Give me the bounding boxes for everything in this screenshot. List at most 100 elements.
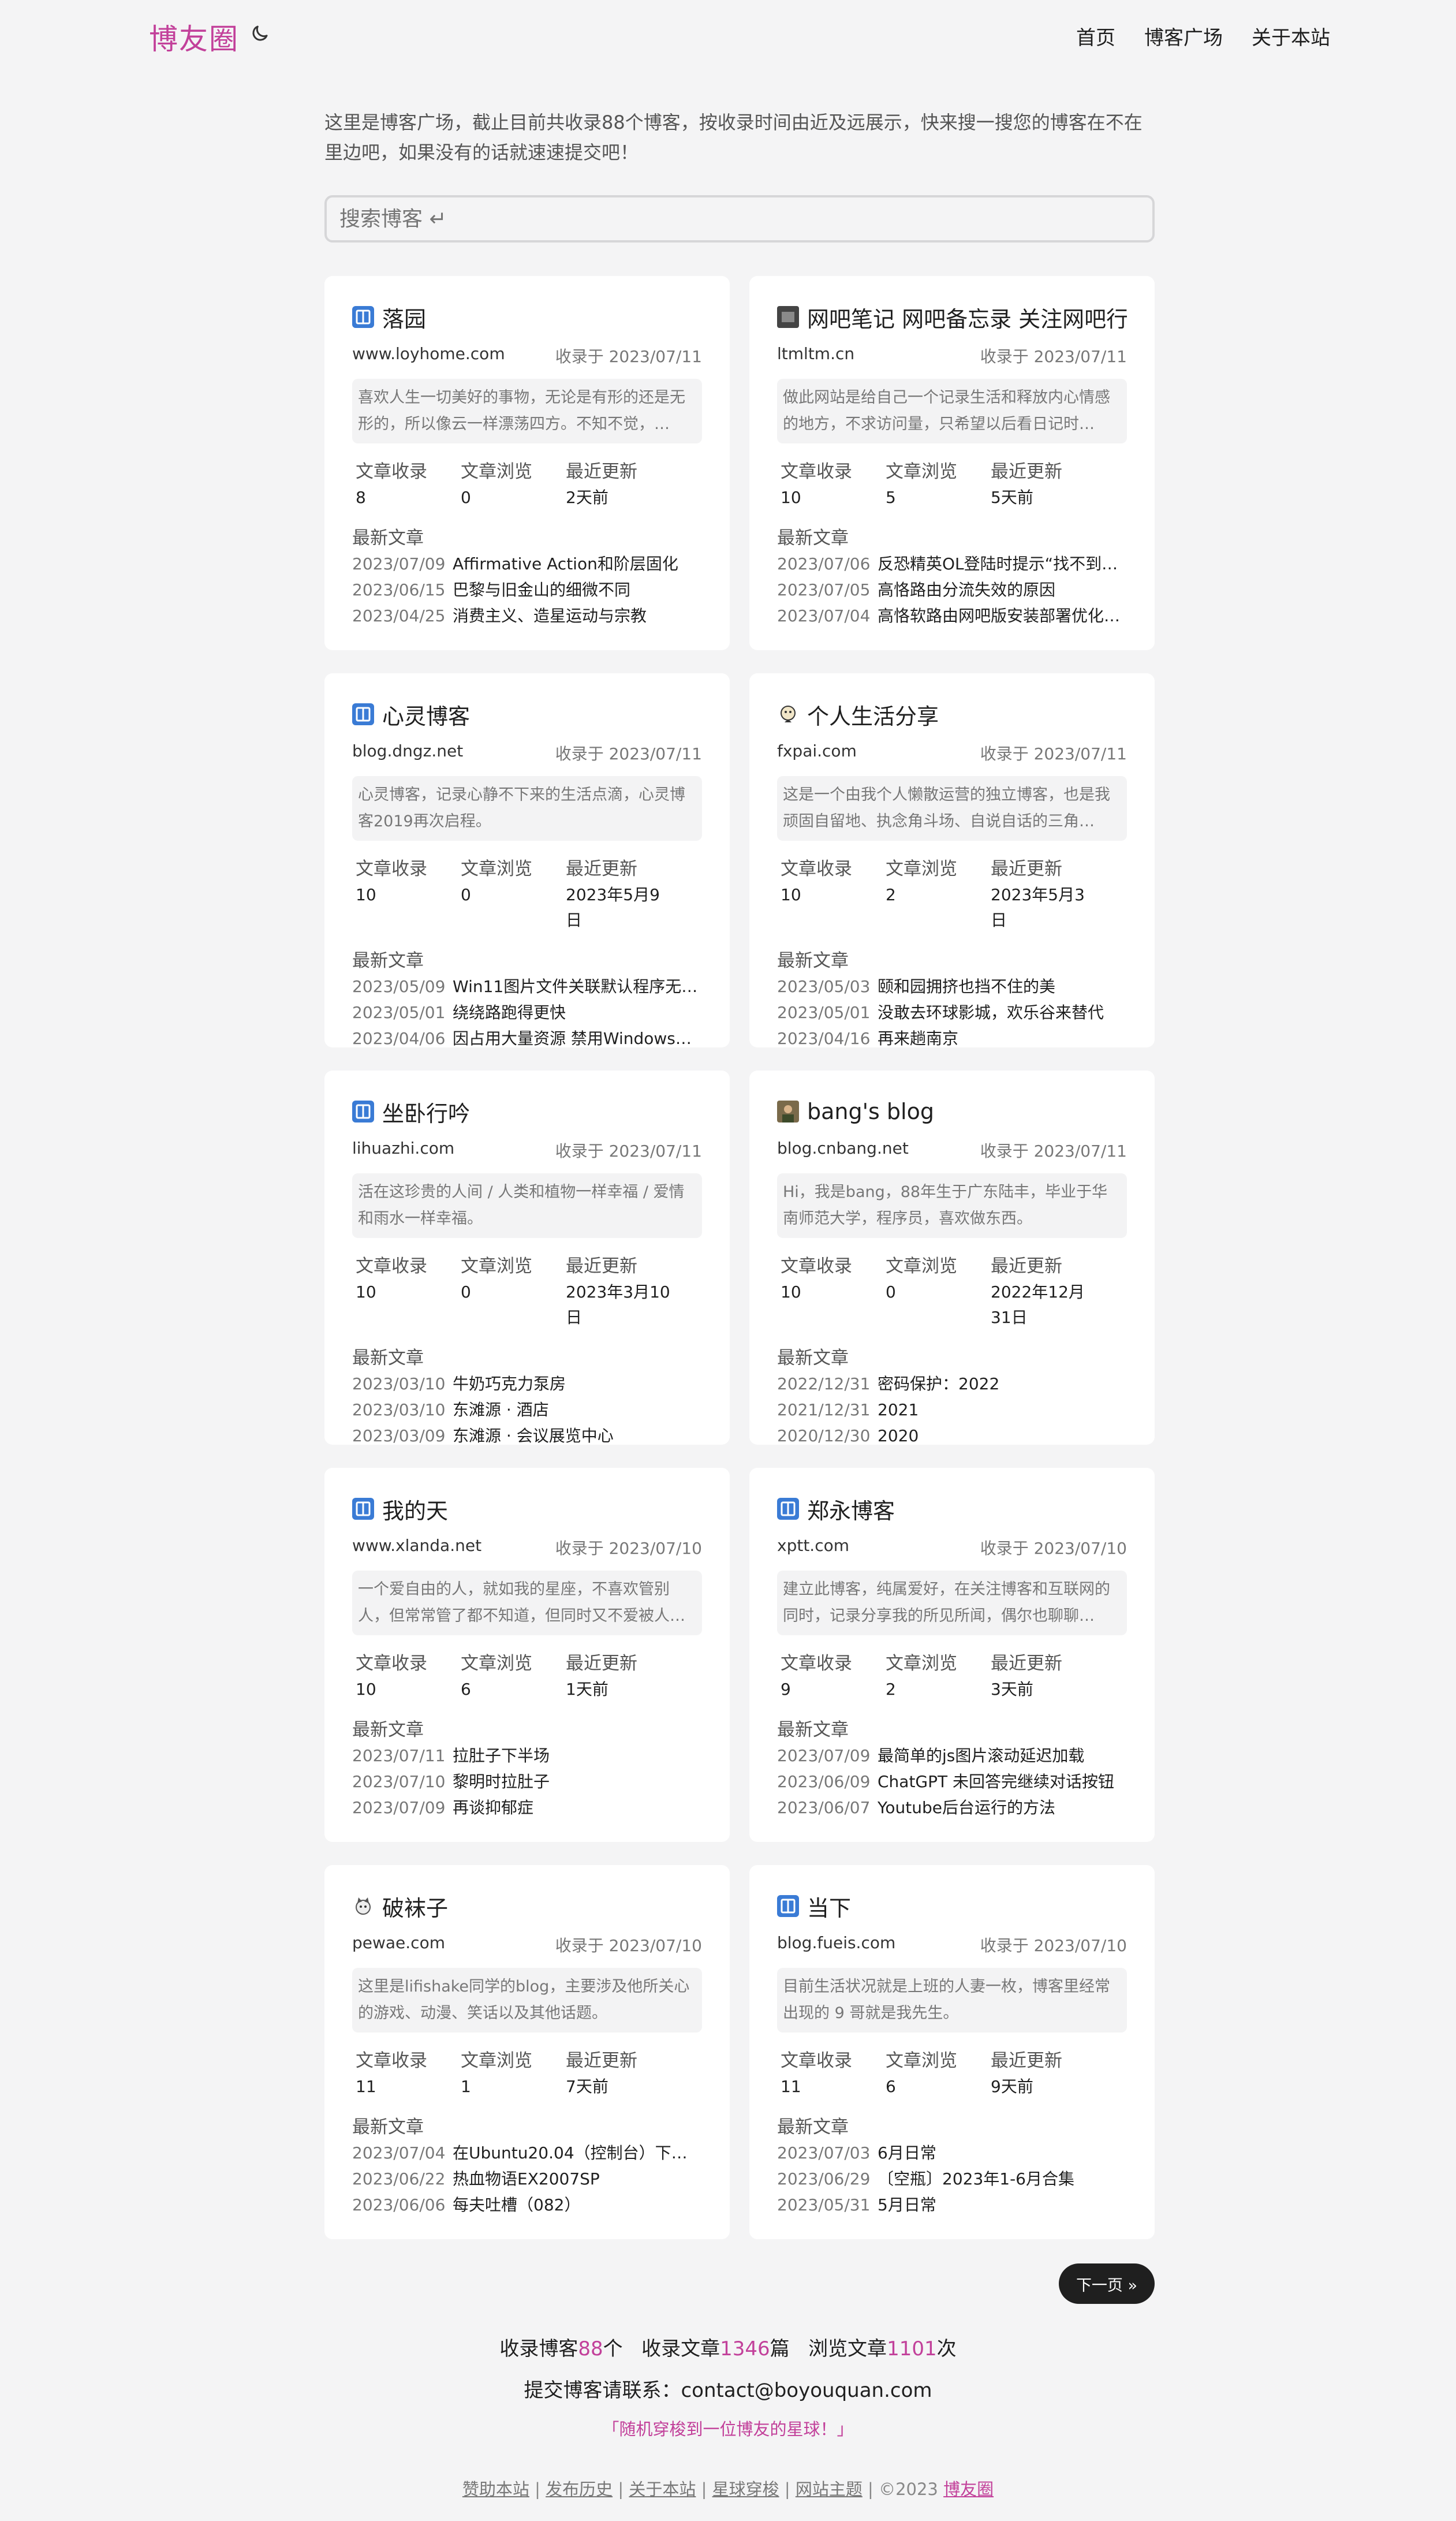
site-logo[interactable]: 博友圈 <box>149 16 239 58</box>
recent-article-row[interactable]: 2023/07/10 黎明时拉肚子 <box>352 1769 702 1795</box>
moon-icon[interactable] <box>249 23 270 44</box>
recent-article-row[interactable]: 2022/12/31 密码保护：2022 <box>777 1371 1127 1397</box>
blog-domain[interactable]: lihuazhi.com <box>352 1139 454 1162</box>
blog-card[interactable]: 心灵博客 blog.dngz.net 收录于 2023/07/11 心灵博客，记录心静… <box>324 673 730 1048</box>
recent-article-title[interactable]: 巴黎与旧金山的细微不同 <box>453 577 630 603</box>
blog-card[interactable]: 落园 www.loyhome.com 收录于 2023/07/11 喜欢人生一切美好的… <box>324 276 730 650</box>
recent-article-row[interactable]: 2023/04/25 消费主义、造星运动与宗教 <box>352 603 702 629</box>
recent-article-title[interactable]: 拉肚子下半场 <box>453 1743 550 1769</box>
recent-article-title[interactable]: 2021 <box>878 1397 919 1423</box>
recent-article-row[interactable]: 2023/03/10 东滩源 · 酒店 <box>352 1397 702 1423</box>
footer-link-planet[interactable]: 星球穿梭 <box>712 2479 779 2499</box>
blog-card[interactable]: 当下 blog.fueis.com 收录于 2023/07/10 目前生活状况就是上班… <box>749 1865 1155 2239</box>
blog-title[interactable]: 当下 <box>807 1890 851 1922</box>
recent-article-row[interactable]: 2023/05/01 没敢去环球影城，欢乐谷来替代 <box>777 1000 1127 1025</box>
blog-domain[interactable]: xptt.com <box>777 1536 849 1559</box>
recent-article-row[interactable]: 2020/12/30 2020 <box>777 1423 1127 1449</box>
recent-article-row[interactable]: 2023/05/31 5月日常 <box>777 2192 1127 2218</box>
blog-card[interactable]: 坐卧行吟 lihuazhi.com 收录于 2023/07/11 活在这珍贵的人间 /… <box>324 1071 730 1445</box>
recent-article-row[interactable]: 2023/04/16 再来趟南京 <box>777 1025 1127 1051</box>
recent-article-row[interactable]: 2023/07/09 Affirmative Action和阶层固化 <box>352 551 702 577</box>
recent-article-row[interactable]: 2023/06/15 巴黎与旧金山的细微不同 <box>352 577 702 603</box>
recent-article-title[interactable]: 东滩源 · 会议展览中心 <box>453 1423 614 1449</box>
recent-article-row[interactable]: 2023/07/11 拉肚子下半场 <box>352 1743 702 1769</box>
recent-article-row[interactable]: 2023/03/10 牛奶巧克力泵房 <box>352 1371 702 1397</box>
recent-article-title[interactable]: 高恪路由分流失效的原因 <box>878 577 1055 603</box>
blog-title[interactable]: 我的天 <box>382 1493 448 1525</box>
recent-article-title[interactable]: 5月日常 <box>878 2192 936 2218</box>
recent-article-row[interactable]: 2023/07/03 6月日常 <box>777 2140 1127 2166</box>
recent-article-title[interactable]: 〔空瓶〕2023年1-6月合集 <box>878 2166 1074 2192</box>
recent-article-title[interactable]: 绕绕路跑得更快 <box>453 1000 566 1025</box>
blog-title[interactable]: bang's blog <box>807 1099 934 1124</box>
footer-link-sponsor[interactable]: 赞助本站 <box>462 2479 529 2499</box>
recent-article-title[interactable]: 没敢去环球影城，欢乐谷来替代 <box>878 1000 1104 1025</box>
recent-article-title[interactable]: 密码保护：2022 <box>878 1371 999 1397</box>
blog-title[interactable]: 破袜子 <box>382 1890 448 1922</box>
blog-card[interactable]: 个人生活分享 fxpai.com 收录于 2023/07/11 这是一个由我个人懒散运… <box>749 673 1155 1048</box>
blog-domain[interactable]: www.loyhome.com <box>352 344 505 367</box>
recent-article-row[interactable]: 2023/07/05 高恪路由分流失效的原因 <box>777 577 1127 603</box>
blog-title[interactable]: 坐卧行吟 <box>382 1096 470 1128</box>
recent-article-row[interactable]: 2023/04/06 因占用大量资源 禁用Windows系… <box>352 1025 702 1051</box>
blog-title[interactable]: 个人生活分享 <box>807 699 939 730</box>
recent-article-title[interactable]: ChatGPT 未回答完继续对话按钮 <box>878 1769 1114 1795</box>
nav-blog-square[interactable]: 博客广场 <box>1144 22 1223 50</box>
recent-article-title[interactable]: 牛奶巧克力泵房 <box>453 1371 566 1397</box>
recent-article-row[interactable]: 2023/07/04 在Ubuntu20.04（控制台）下自… <box>352 2140 702 2166</box>
recent-article-title[interactable]: 每夫吐槽（082） <box>453 2192 580 2218</box>
recent-article-row[interactable]: 2023/05/09 Win11图片文件关联默认程序无法… <box>352 974 702 1000</box>
recent-article-title[interactable]: 再谈抑郁症 <box>453 1795 533 1821</box>
footer-link-about[interactable]: 关于本站 <box>629 2479 696 2499</box>
recent-article-title[interactable]: 消费主义、造星运动与宗教 <box>453 603 647 629</box>
footer-link-history[interactable]: 发布历史 <box>546 2479 613 2499</box>
recent-article-row[interactable]: 2023/07/09 最简单的js图片滚动延迟加载 <box>777 1743 1127 1769</box>
footer-brand-link[interactable]: 博友圈 <box>943 2479 994 2499</box>
recent-article-title[interactable]: Affirmative Action和阶层固化 <box>453 551 678 577</box>
blog-title[interactable]: 网吧笔记 网吧备忘录 关注网吧行业 <box>807 301 1127 333</box>
recent-article-row[interactable]: 2023/07/09 再谈抑郁症 <box>352 1795 702 1821</box>
blog-title[interactable]: 郑永博客 <box>807 1493 895 1525</box>
blog-card[interactable]: 郑永博客 xptt.com 收录于 2023/07/10 建立此博客，纯属爱好，在关注… <box>749 1468 1155 1842</box>
recent-article-title[interactable]: 高恪软路由网吧版安装部署优化… <box>878 603 1120 629</box>
footer-link-theme[interactable]: 网站主题 <box>796 2479 863 2499</box>
recent-article-title[interactable]: 黎明时拉肚子 <box>453 1769 550 1795</box>
recent-article-row[interactable]: 2023/06/29 〔空瓶〕2023年1-6月合集 <box>777 2166 1127 2192</box>
random-planet-link[interactable]: 「随机穿梭到一位博友的星球！」 <box>0 2416 1456 2440</box>
recent-article-row[interactable]: 2023/03/09 东滩源 · 会议展览中心 <box>352 1423 702 1449</box>
blog-card[interactable]: 破袜子 pewae.com 收录于 2023/07/10 这里是lifishake同学… <box>324 1865 730 2239</box>
blog-title[interactable]: 落园 <box>382 301 426 333</box>
recent-article-row[interactable]: 2023/07/04 高恪软路由网吧版安装部署优化… <box>777 603 1127 629</box>
blog-domain[interactable]: blog.dngz.net <box>352 741 463 764</box>
blog-domain[interactable]: blog.fueis.com <box>777 1933 895 1956</box>
recent-article-title[interactable]: 颐和园拥挤也挡不住的美 <box>878 974 1055 1000</box>
nav-about[interactable]: 关于本站 <box>1252 22 1330 50</box>
recent-article-title[interactable]: 2020 <box>878 1423 919 1449</box>
recent-article-row[interactable]: 2021/12/31 2021 <box>777 1397 1127 1423</box>
recent-article-title[interactable]: 再来趟南京 <box>878 1025 958 1051</box>
recent-article-title[interactable]: 6月日常 <box>878 2140 936 2166</box>
recent-article-title[interactable]: 热血物语EX2007SP <box>453 2166 600 2192</box>
recent-article-title[interactable]: 东滩源 · 酒店 <box>453 1397 549 1423</box>
blog-domain[interactable]: ltmltm.cn <box>777 344 854 367</box>
recent-article-title[interactable]: Youtube后台运行的方法 <box>878 1795 1055 1821</box>
blog-domain[interactable]: fxpai.com <box>777 741 857 764</box>
next-page-button[interactable]: 下一页 » <box>1059 2263 1155 2304</box>
blog-card[interactable]: bang's blog blog.cnbang.net 收录于 2023/07/11… <box>749 1071 1155 1445</box>
recent-article-row[interactable]: 2023/06/07 Youtube后台运行的方法 <box>777 1795 1127 1821</box>
blog-card[interactable]: 我的天 www.xlanda.net 收录于 2023/07/10 一个爱自由的人，就… <box>324 1468 730 1842</box>
recent-article-title[interactable]: 反恐精英OL登陆时提示“找不到… <box>878 551 1118 577</box>
search-input[interactable] <box>324 195 1155 243</box>
recent-article-title[interactable]: 最简单的js图片滚动延迟加载 <box>878 1743 1084 1769</box>
blog-domain[interactable]: www.xlanda.net <box>352 1536 481 1559</box>
recent-article-row[interactable]: 2023/06/06 每夫吐槽（082） <box>352 2192 702 2218</box>
recent-article-row[interactable]: 2023/06/22 热血物语EX2007SP <box>352 2166 702 2192</box>
recent-article-title[interactable]: Win11图片文件关联默认程序无法… <box>453 974 702 1000</box>
recent-article-title[interactable]: 在Ubuntu20.04（控制台）下自… <box>453 2140 702 2166</box>
recent-article-row[interactable]: 2023/06/09 ChatGPT 未回答完继续对话按钮 <box>777 1769 1127 1795</box>
nav-home[interactable]: 首页 <box>1076 22 1115 50</box>
recent-article-title[interactable]: 因占用大量资源 禁用Windows系… <box>453 1025 702 1051</box>
blog-title[interactable]: 心灵博客 <box>382 699 470 730</box>
recent-article-row[interactable]: 2023/05/03 颐和园拥挤也挡不住的美 <box>777 974 1127 1000</box>
recent-article-row[interactable]: 2023/07/06 反恐精英OL登陆时提示“找不到… <box>777 551 1127 577</box>
